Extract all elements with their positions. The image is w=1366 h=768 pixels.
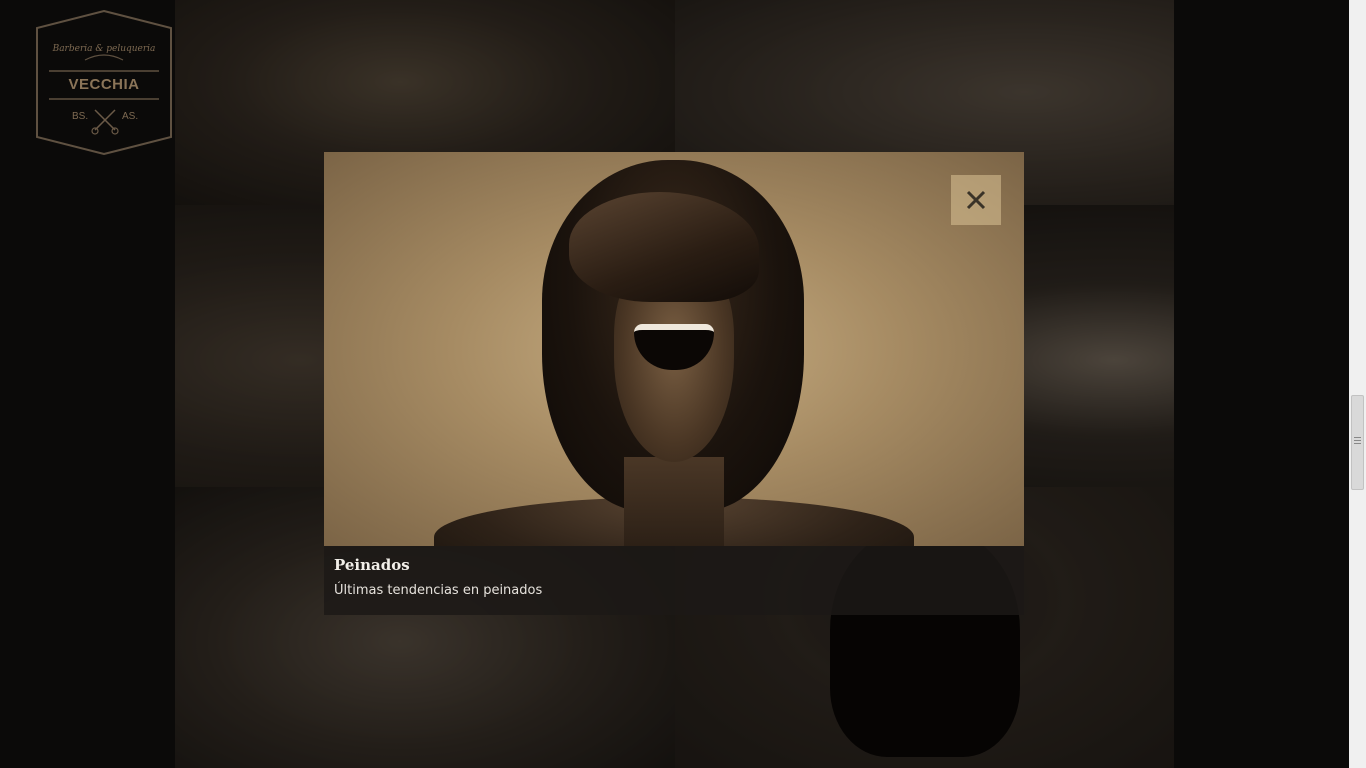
lightbox-image [324,152,1024,546]
page-scrollbar[interactable] [1349,0,1366,768]
close-button[interactable] [951,175,1001,225]
lightbox-caption: Peinados Últimas tendencias en peinados [324,546,1024,615]
caption-title: Peinados [334,556,410,574]
logo-tagline: Barberia & peluqueria [52,44,156,54]
lightbox-modal: Peinados Últimas tendencias en peinados [324,152,1024,615]
scrollbar-grip-icon [1354,437,1361,446]
logo-city-right: AS. [122,111,139,122]
brand-column: Barberia & peluqueria VECCHIA BS. AS. [0,0,175,768]
caption-subtitle: Últimas tendencias en peinados [334,583,543,598]
logo-name: VECCHIA [68,76,140,93]
logo-city-left: BS. [72,111,89,122]
close-icon [966,190,986,210]
vecchia-logo[interactable]: Barberia & peluqueria VECCHIA BS. AS. [35,10,173,155]
